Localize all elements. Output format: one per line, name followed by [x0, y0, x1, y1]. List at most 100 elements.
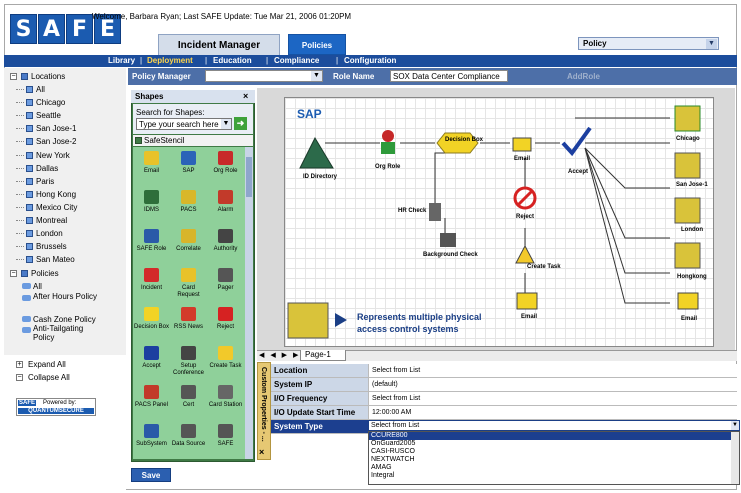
system-type-option[interactable]: Integral	[369, 472, 739, 480]
policy-manager-select[interactable]: ▼	[205, 70, 323, 82]
shape-label: IDMS	[144, 207, 159, 213]
shape-label: Create Task	[209, 363, 242, 369]
shape-item[interactable]: RSS News	[170, 303, 207, 347]
pager-icon	[218, 268, 233, 282]
annotation-line: Represents multiple physical	[357, 312, 482, 322]
rss-news-icon	[181, 307, 196, 321]
email-icon	[677, 292, 699, 310]
stencil-header[interactable]: SafeStencil	[133, 135, 253, 146]
property-row: Location Select from List	[271, 364, 737, 378]
shape-item[interactable]: Correlate	[170, 225, 207, 269]
policy-manager-label: Policy Manager	[132, 72, 191, 81]
tree-connector	[16, 89, 24, 90]
tab-policies[interactable]: Policies	[288, 34, 346, 55]
shape-item[interactable]: SAFE Role	[133, 225, 170, 269]
policy-dropdown-value: Policy	[583, 39, 607, 48]
property-value[interactable]: 12:00:00 AM	[368, 406, 737, 419]
shape-item[interactable]: SAP	[170, 147, 207, 191]
stencil-label: SafeStencil	[144, 136, 185, 145]
shape-item[interactable]: Setup Conference	[170, 342, 207, 386]
close-icon[interactable]: ×	[259, 447, 264, 457]
shape-item[interactable]: Reject	[207, 303, 244, 347]
shape-item[interactable]: Alarm	[207, 186, 244, 230]
options-scrollbar[interactable]	[731, 432, 739, 484]
page-nav-arrows[interactable]: ◀ ◀ ▶ ▶|	[259, 351, 304, 359]
shape-item[interactable]: Email	[133, 147, 170, 191]
shape-item[interactable]: Accept	[133, 342, 170, 386]
system-type-option[interactable]: NEXTWATCH	[369, 456, 739, 464]
custom-properties-label: Custom Properties - ...	[260, 367, 267, 442]
reject-icon	[516, 189, 534, 207]
annotation-line: access control systems	[357, 324, 459, 334]
sub-navbar: Library | Deployment | Education | Compl…	[4, 55, 737, 67]
search-go-button[interactable]: ➜	[234, 117, 247, 130]
shape-item[interactable]: IDMS	[133, 186, 170, 230]
background-check-icon	[440, 233, 456, 247]
node-label-org-role: Org Role	[375, 164, 401, 170]
shape-item[interactable]: Incident	[133, 264, 170, 308]
shape-item[interactable]: Decision Box	[133, 303, 170, 347]
tab-incident-manager[interactable]: Incident Manager	[158, 34, 280, 55]
logo-letter: F	[66, 14, 93, 44]
scroll-thumb[interactable]	[246, 157, 252, 197]
shape-label: Correlate	[176, 246, 201, 252]
system-type-select[interactable]: Select from List ▼	[368, 420, 740, 431]
shape-item[interactable]: Card Station	[207, 381, 244, 425]
shape-item[interactable]: SubSystem	[133, 420, 170, 464]
policy-dropdown[interactable]: Policy ▼	[578, 37, 719, 50]
nav-library[interactable]: Library	[108, 55, 135, 67]
node-labels: ID Directory Org Role Decision Box Email…	[303, 136, 709, 322]
node-label-create-task: Create Task	[527, 264, 561, 270]
shape-item[interactable]: Cert	[170, 381, 207, 425]
shape-item[interactable]: Data Source	[170, 420, 207, 464]
annotation-text: Represents multiple physical access cont…	[357, 312, 484, 334]
system-type-value: Select from List	[371, 422, 420, 429]
role-name-input[interactable]: SOX Data Center Compliance	[390, 70, 508, 82]
node-label-hr-check: HR Check	[398, 208, 427, 214]
add-role-button[interactable]: AddRole	[567, 72, 600, 81]
location-tree: − Locations − Policies All After Hours P…	[4, 68, 126, 355]
nav-deployment[interactable]: Deployment	[147, 55, 193, 67]
shape-label: Alarm	[217, 207, 234, 213]
save-button[interactable]: Save	[131, 468, 171, 482]
property-value[interactable]: Select from List	[368, 392, 737, 405]
shape-item[interactable]: SAFE	[207, 420, 244, 464]
system-type-option[interactable]: CCURE800	[369, 432, 739, 440]
system-type-option[interactable]: CASI-RUSCO	[369, 448, 739, 456]
shape-item[interactable]: PACS Panel	[133, 381, 170, 425]
cert-icon	[181, 385, 196, 399]
shape-item[interactable]: Card Request	[170, 264, 207, 308]
tree-connector	[16, 128, 24, 130]
collapse-icon[interactable]: −	[10, 270, 17, 277]
diagram-canvas[interactable]: SAP ID Directory Org Role Decision Box E…	[284, 97, 714, 347]
location-icon	[26, 138, 33, 146]
system-type-option[interactable]: AMAG	[369, 464, 739, 472]
shape-item[interactable]: Create Task	[207, 342, 244, 386]
system-type-option[interactable]: OnGuard2005	[369, 440, 739, 448]
node-label-chicago: Chicago	[676, 136, 700, 142]
shape-search-input[interactable]: Type your search here ▼	[136, 118, 232, 130]
close-icon[interactable]: ×	[243, 91, 248, 101]
nav-configuration[interactable]: Configuration	[344, 55, 396, 67]
org-role-icon	[218, 151, 233, 165]
custom-properties-tab[interactable]: Custom Properties - ...	[257, 362, 271, 460]
expand-icon: +	[16, 361, 23, 368]
system-type-options[interactable]: CCURE800 OnGuard2005 CASI-RUSCO NEXTWATCH AM…	[368, 431, 740, 485]
property-value[interactable]: Select from List	[368, 364, 737, 377]
nav-education[interactable]: Education	[213, 55, 252, 67]
page-tab[interactable]: Page-1	[300, 350, 346, 361]
shape-item[interactable]: PACS	[170, 186, 207, 230]
shape-item[interactable]: Org Role	[207, 147, 244, 191]
shape-item[interactable]: Pager	[207, 264, 244, 308]
node-label-id-directory: ID Directory	[303, 174, 338, 180]
incident-icon	[144, 268, 159, 282]
node-label-accept: Accept	[568, 169, 588, 175]
collapse-icon[interactable]: −	[10, 73, 17, 80]
shapes-scrollbar[interactable]	[245, 147, 253, 459]
accept-icon	[144, 346, 159, 360]
property-value[interactable]: (default)	[368, 378, 737, 391]
nav-compliance[interactable]: Compliance	[274, 55, 319, 67]
shape-label: Email	[143, 168, 159, 174]
shape-label: RSS News	[173, 324, 203, 330]
shape-item[interactable]: Authority	[207, 225, 244, 269]
